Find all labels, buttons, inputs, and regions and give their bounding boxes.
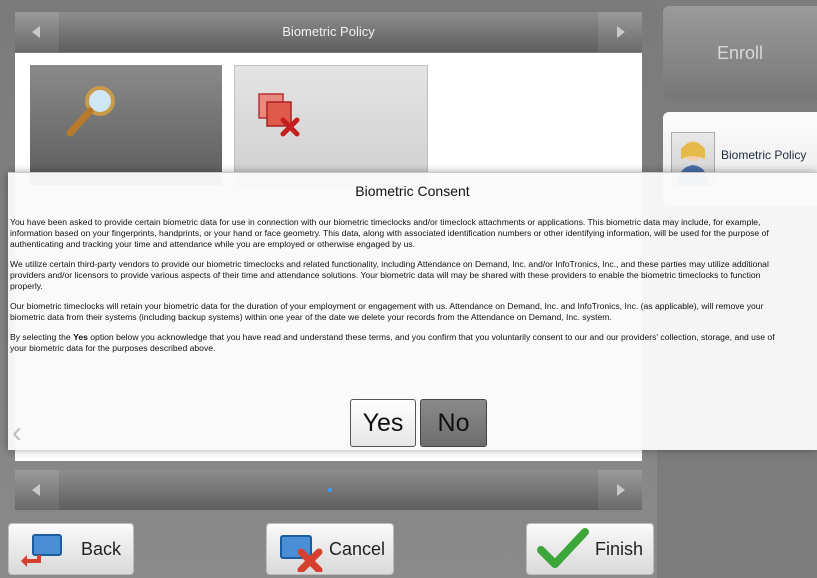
- dialog-title: Biometric Consent: [355, 183, 470, 199]
- consent-paragraph: Our biometric timeclocks will retain you…: [10, 301, 817, 323]
- paragraph-line: providers and/or licensors to provide va…: [10, 270, 761, 280]
- consent-dialog: Biometric Consent You have been asked to…: [8, 172, 817, 450]
- consent-paragraph: We utilize certain third-party vendors t…: [10, 259, 817, 292]
- delete-icon: [258, 93, 300, 137]
- paragraph-line: properly.: [10, 281, 43, 291]
- arrow-right-icon: [617, 484, 625, 496]
- cancel-label: Cancel: [329, 539, 386, 559]
- back-label: Back: [81, 539, 122, 559]
- prev-page-button[interactable]: [15, 12, 59, 52]
- yes-button[interactable]: Yes: [350, 399, 416, 447]
- sidebar-item-label: Biometric Policy: [721, 148, 807, 162]
- pager-prev-button[interactable]: [15, 470, 59, 510]
- page-title: Biometric Policy: [282, 24, 375, 39]
- paragraph-line: You have been asked to provide certain b…: [10, 217, 761, 227]
- paragraph-line: your biometric data for the purposes des…: [10, 343, 216, 353]
- paragraph-line: Our biometric timeclocks will retain you…: [10, 301, 764, 311]
- cancel-icon: [280, 535, 323, 572]
- arrow-left-icon: [32, 26, 40, 38]
- page-indicator-dot: [328, 488, 332, 492]
- paragraph-line: We utilize certain third-party vendors t…: [10, 259, 769, 269]
- next-page-button[interactable]: [598, 12, 642, 52]
- paragraph-line: By selecting the Yes option below you ac…: [10, 332, 775, 342]
- pager-next-button[interactable]: [598, 470, 642, 510]
- consent-paragraph: By selecting the Yes option below you ac…: [10, 332, 817, 354]
- finish-label: Finish: [595, 539, 644, 559]
- search-tile[interactable]: [30, 65, 222, 185]
- chevron-left-icon[interactable]: ‹: [12, 418, 22, 448]
- finish-button[interactable]: Finish: [526, 523, 654, 575]
- pager-bar: [15, 470, 642, 510]
- back-button[interactable]: Back: [8, 523, 134, 575]
- no-button[interactable]: No: [420, 399, 487, 447]
- paragraph-line: biometric data from their systems (inclu…: [10, 312, 612, 322]
- paragraph-line: authenticating and tracking your time an…: [10, 239, 416, 249]
- arrow-left-icon: [32, 484, 40, 496]
- arrow-right-icon: [617, 26, 625, 38]
- title-bar: Biometric Policy: [15, 12, 642, 52]
- magnifier-icon: [66, 86, 115, 137]
- delete-tile[interactable]: [234, 65, 428, 187]
- paragraph-line: information based on your fingerprints, …: [10, 228, 769, 238]
- enroll-button[interactable]: Enroll: [663, 6, 817, 100]
- checkmark-icon: [537, 528, 589, 568]
- consent-paragraph: You have been asked to provide certain b…: [10, 217, 817, 250]
- back-arrow-icon: [21, 534, 62, 567]
- dialog-body: You have been asked to provide certain b…: [10, 217, 817, 363]
- cancel-button[interactable]: Cancel: [266, 523, 394, 575]
